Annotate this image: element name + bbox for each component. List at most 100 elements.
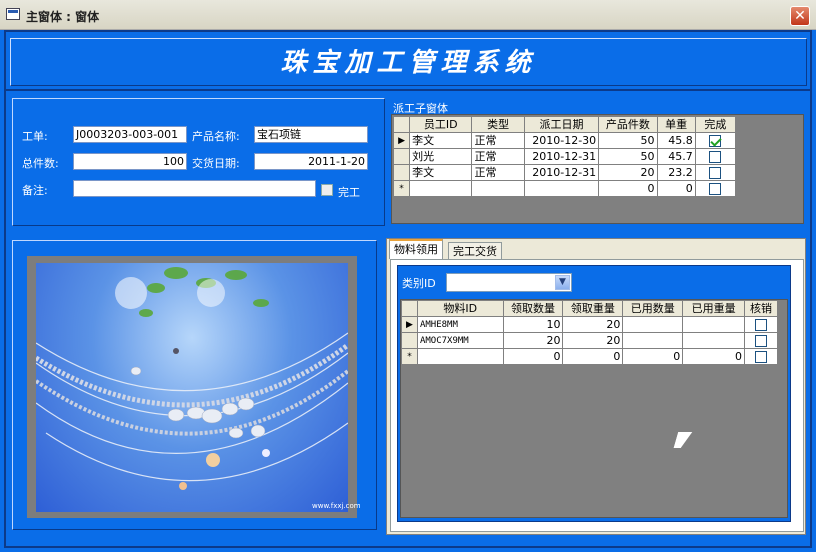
window-title: 主窗体 : 窗体 [26,10,100,24]
used-qty-cell[interactable] [622,316,684,333]
column-header[interactable]: 完成 [694,116,737,133]
row-selector[interactable]: ▶ [392,132,411,149]
weight-cell[interactable]: 23.2 [656,164,696,181]
table-row[interactable]: ▶ 李文 正常 2010-12-30 50 45.8 [392,132,737,149]
row-selector-header [392,116,411,133]
date-cell[interactable]: 2010-12-31 [523,164,600,181]
employee-cell[interactable] [409,180,473,197]
used-weight-cell[interactable]: 0 [682,348,746,365]
column-header[interactable]: 员工ID [409,116,473,133]
material-id-cell[interactable] [416,348,504,365]
column-header[interactable]: 已用重量 [682,300,746,317]
row-selector[interactable] [401,332,418,349]
table-row[interactable]: AMOC7X9MM 20 20 [401,332,778,349]
date-cell[interactable] [523,180,600,197]
chevron-down-icon[interactable]: ▼ [555,275,570,290]
done-label: 完工 [338,186,360,199]
verify-checkbox[interactable] [755,350,768,363]
weight-cell[interactable]: 45.8 [656,132,696,149]
form-icon [6,8,20,20]
verify-cell[interactable] [744,316,778,333]
column-header[interactable]: 产品件数 [598,116,658,133]
done-checkbox[interactable] [321,184,333,196]
order-label: 工单: [22,130,48,143]
used-qty-cell[interactable]: 0 [622,348,684,365]
verify-cell[interactable] [744,348,778,365]
new-record-selector[interactable]: * [392,180,411,197]
done-cell[interactable] [694,132,737,149]
material-id-cell[interactable]: AMOC7X9MM [416,332,504,349]
done-cell[interactable] [694,180,737,197]
date-cell[interactable]: 2010-12-31 [523,148,600,165]
date-cell[interactable]: 2010-12-30 [523,132,600,149]
qty-cell[interactable]: 0 [598,180,658,197]
table-row[interactable]: 刘光 正常 2010-12-31 50 45.7 [392,148,737,165]
weight-cell[interactable]: 20 [562,316,624,333]
employee-cell[interactable]: 李文 [409,164,473,181]
done-cell[interactable] [694,164,737,181]
row-selector[interactable] [392,164,411,181]
new-record-row[interactable]: * 0 0 [392,180,737,197]
qty-cell[interactable]: 0 [502,348,564,365]
used-weight-cell[interactable] [682,332,746,349]
verify-checkbox[interactable] [755,334,768,347]
qty-cell[interactable]: 50 [598,148,658,165]
category-select[interactable]: ▼ [446,273,572,292]
table-row[interactable]: ▶ AMHE8MM 10 20 [401,316,778,333]
tab-materials[interactable]: 物料领用 [389,239,443,259]
notes-label: 备注: [22,184,48,197]
done-checkbox[interactable] [709,166,722,179]
column-header[interactable]: 派工日期 [523,116,600,133]
type-cell[interactable]: 正常 [471,132,525,149]
row-selector-header [401,300,418,317]
weight-cell[interactable]: 45.7 [656,148,696,165]
jewelry-photo [36,263,348,512]
delivery-field[interactable]: 2011-1-20 [254,153,368,170]
order-field[interactable]: J0003203-003-001 [73,126,187,143]
new-record-selector[interactable]: * [401,348,418,365]
column-header[interactable]: 领取数量 [502,300,564,317]
notes-field[interactable] [73,180,316,197]
column-header[interactable]: 物料ID [416,300,504,317]
product-field[interactable]: 宝石项链 [254,126,368,143]
done-checkbox[interactable] [709,150,722,163]
done-checkbox[interactable] [709,182,722,195]
column-header[interactable]: 单重 [656,116,696,133]
verify-checkbox[interactable] [755,318,768,331]
system-title: 珠宝加工管理系统 [280,48,537,78]
row-selector[interactable]: ▶ [401,316,418,333]
delivery-label: 交货日期: [192,157,240,170]
qty-cell[interactable]: 50 [598,132,658,149]
weight-cell[interactable]: 0 [656,180,696,197]
product-label: 产品名称: [192,130,240,143]
type-cell[interactable]: 正常 [471,148,525,165]
photo-caption: www.fxxj.com [312,502,361,510]
type-cell[interactable]: 正常 [471,164,525,181]
employee-cell[interactable]: 刘光 [409,148,473,165]
weight-cell[interactable]: 0 [562,348,624,365]
weight-cell[interactable]: 20 [562,332,624,349]
used-weight-cell[interactable] [682,316,746,333]
done-checkbox[interactable] [709,134,722,147]
column-header[interactable]: 已用数量 [622,300,684,317]
material-id-cell[interactable]: AMHE8MM [416,316,504,333]
total-label: 总件数: [22,157,59,170]
employee-cell[interactable]: 李文 [409,132,473,149]
materials-table: 物料ID 领取数量 领取重量 已用数量 已用重量 核销 ▶ AMHE8MM 10… [401,300,778,365]
category-label: 类别ID [402,277,436,290]
row-selector[interactable] [392,148,411,165]
close-button[interactable]: ✕ [790,6,810,26]
new-record-row[interactable]: * 0 0 0 0 [401,348,778,365]
total-field[interactable]: 100 [73,153,187,170]
qty-cell[interactable]: 20 [502,332,564,349]
qty-cell[interactable]: 20 [598,164,658,181]
column-header[interactable]: 领取重量 [562,300,624,317]
done-cell[interactable] [694,148,737,165]
table-row[interactable]: 李文 正常 2010-12-31 20 23.2 [392,164,737,181]
column-header[interactable]: 类型 [471,116,525,133]
used-qty-cell[interactable] [622,332,684,349]
qty-cell[interactable]: 10 [502,316,564,333]
column-header[interactable]: 核销 [744,300,778,317]
verify-cell[interactable] [744,332,778,349]
type-cell[interactable] [471,180,525,197]
